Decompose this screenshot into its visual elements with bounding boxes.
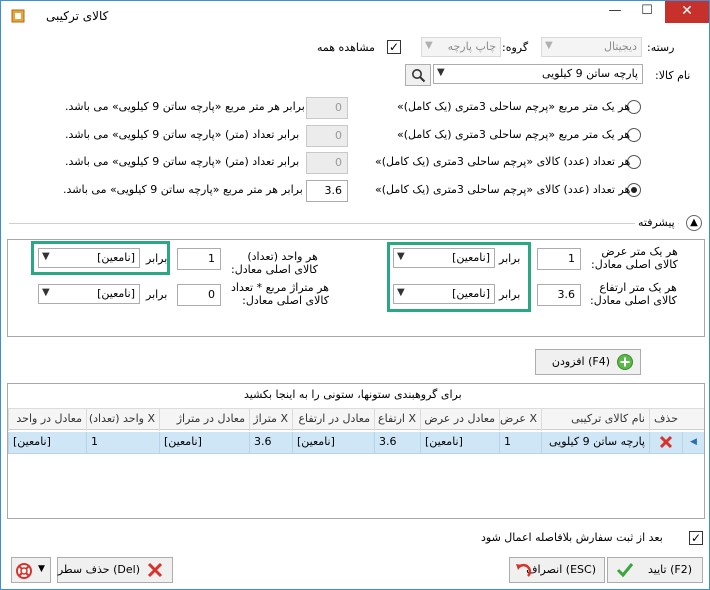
- row-indicator-icon: ◀: [682, 432, 704, 454]
- option-label-3: هر تعداد (عدد) کالای «پرچم ساحلی 3متری (…: [375, 155, 631, 168]
- title-bar: کالای ترکیبی — ☐ ✕: [1, 1, 709, 31]
- cell-product-name[interactable]: پارچه ساتن 9 کیلویی: [541, 432, 649, 454]
- chevron-down-icon: ▼: [38, 564, 45, 574]
- width-height-unit-highlight: [387, 242, 531, 312]
- row-delete-button[interactable]: [649, 432, 682, 454]
- unit-combo-highlight: [31, 241, 170, 275]
- composite-product-window: کالای ترکیبی — ☐ ✕ رسته: دیجیتال ▼ گروه:…: [0, 0, 710, 590]
- option-result-1: برابر هر متر مربع «پارچه ساتن 9 کیلویی» …: [65, 100, 305, 113]
- col-area-eq[interactable]: معادل در متراژ: [159, 409, 249, 431]
- option-label-4: هر تعداد (عدد) کالای «پرچم ساحلی 3متری (…: [375, 183, 631, 196]
- apply-after-order-checkbox[interactable]: ✓: [689, 531, 703, 545]
- option-label-2: هر یک متر مربع «پرچم ساحلی 3متری (یک کام…: [397, 128, 630, 141]
- cancel-button-label: (ESC) انصراف: [526, 563, 596, 576]
- product-value: پارچه ساتن 9 کیلویی: [541, 67, 638, 80]
- category-value: دیجیتال: [603, 40, 637, 53]
- table-row[interactable]: ◀ پارچه ساتن 9 کیلویی 1 [نامعین] 3.6 [نا…: [8, 432, 704, 454]
- advanced-title: پیشرفته: [635, 216, 678, 229]
- components-grid: برای گروهبندی ستونها، ستونی را به اینجا …: [7, 383, 705, 519]
- sqm-value[interactable]: 0: [177, 284, 221, 306]
- col-unit-eq[interactable]: معادل در واحد: [8, 409, 86, 431]
- product-search-button[interactable]: [405, 64, 431, 86]
- sqm-label: هر متراژ مربع * تعداد کالای اصلی معادل:: [231, 281, 329, 307]
- option-label-1: هر یک متر مربع «پرچم ساحلی 3متری (یک کام…: [397, 100, 630, 113]
- group-value: چاپ پارچه: [447, 40, 496, 53]
- lifebuoy-icon: [16, 563, 32, 579]
- window-title: کالای ترکیبی: [46, 9, 109, 23]
- col-width-x[interactable]: X عرض: [499, 409, 541, 431]
- maximize-button[interactable]: ☐: [633, 1, 661, 23]
- group-label: گروه:: [502, 41, 529, 54]
- product-label: نام کالا:: [655, 69, 691, 82]
- add-button-label: (F4) افزودن: [551, 355, 610, 368]
- add-button[interactable]: (F4) افزودن: [535, 349, 641, 375]
- chevron-up-icon: ▲: [690, 217, 698, 228]
- delete-row-button-label: (Del) حذف سطر: [57, 563, 140, 576]
- cell-area-eq[interactable]: [نامعین]: [159, 432, 249, 454]
- help-dropdown-button[interactable]: ▼: [11, 557, 51, 583]
- grid-group-hint: برای گروهبندی ستونها، ستونی را به اینجا …: [244, 388, 462, 401]
- option-result-2: برابر تعداد (متر) «پارچه ساتن 9 کیلویی» …: [65, 128, 300, 141]
- height-label: هر یک متر ارتفاع کالای اصلی معادل:: [590, 281, 677, 307]
- col-product-name[interactable]: نام کالای ترکیبی: [541, 409, 649, 431]
- width-value[interactable]: 1: [537, 248, 581, 270]
- option-value-4[interactable]: 3.6: [306, 180, 348, 202]
- cell-height-eq[interactable]: [نامعین]: [292, 432, 374, 454]
- view-all-checkbox[interactable]: ✓: [387, 40, 401, 54]
- col-height-x[interactable]: X ارتفاع: [374, 409, 420, 431]
- delete-icon: [659, 435, 673, 449]
- cell-width-x[interactable]: 1: [499, 432, 541, 454]
- category-label: رسته:: [647, 41, 675, 54]
- unit-label: هر واحد (تعداد) کالای اصلی معادل:: [231, 250, 318, 276]
- view-all-label: مشاهده همه: [317, 41, 375, 54]
- sqm-unit-combo[interactable]: [نامعین] ▼: [38, 284, 140, 304]
- chevron-down-icon: ▼: [42, 287, 50, 298]
- app-icon: [11, 9, 25, 23]
- width-label: هر یک متر عرض کالای اصلی معادل:: [591, 245, 678, 271]
- search-icon: [412, 69, 426, 83]
- height-value[interactable]: 3.6: [537, 284, 581, 306]
- check-icon: ✓: [388, 40, 400, 54]
- ok-button-label: (F2) تایید: [648, 563, 692, 576]
- col-unit-x[interactable]: X واحد (تعداد): [86, 409, 159, 431]
- option-value-3[interactable]: 0: [306, 152, 348, 174]
- sqm-eq-label: برابر: [146, 288, 168, 301]
- delete-row-button[interactable]: (Del) حذف سطر: [57, 557, 173, 583]
- cell-unit-x[interactable]: 1: [86, 432, 159, 454]
- cell-height-x[interactable]: 3.6: [374, 432, 420, 454]
- product-combo[interactable]: پارچه ساتن 9 کیلویی ▼: [433, 64, 643, 84]
- unit-value[interactable]: 1: [177, 248, 221, 270]
- undo-icon: [516, 564, 531, 577]
- check-icon: ✓: [690, 531, 702, 545]
- option-result-3: برابر تعداد (متر) «پارچه ساتن 9 کیلویی» …: [65, 155, 300, 168]
- cell-unit-eq[interactable]: [نامعین]: [8, 432, 86, 454]
- option-value-1[interactable]: 0: [306, 97, 348, 119]
- collapse-advanced-button[interactable]: ▲: [686, 215, 702, 231]
- cell-width-eq[interactable]: [نامعین]: [420, 432, 499, 454]
- grid-header: حذف نام کالای ترکیبی X عرض معادل در عرض …: [8, 408, 704, 431]
- category-combo[interactable]: دیجیتال ▼: [541, 37, 642, 57]
- option-value-2[interactable]: 0: [306, 125, 348, 147]
- apply-after-order-label: بعد از ثبت سفارش بلافاصله اعمال شود: [481, 531, 663, 544]
- chevron-down-icon: ▼: [425, 40, 433, 51]
- delete-icon: [147, 562, 163, 578]
- col-width-eq[interactable]: معادل در عرض: [420, 409, 499, 431]
- radio-selected-dot: [631, 187, 637, 193]
- checkmark-icon: [616, 563, 634, 578]
- sqm-unit-value: [نامعین]: [97, 287, 135, 300]
- close-button[interactable]: ✕: [665, 1, 709, 23]
- group-combo[interactable]: چاپ پارچه ▼: [421, 37, 501, 57]
- col-delete[interactable]: حذف: [649, 409, 682, 431]
- add-icon: [617, 354, 633, 370]
- option-result-4: برابر هر متر مربع «پارچه ساتن 9 کیلویی» …: [63, 183, 303, 196]
- cancel-button[interactable]: (ESC) انصراف: [509, 557, 605, 583]
- chevron-down-icon: ▼: [545, 40, 553, 51]
- col-area-x[interactable]: X متراژ: [249, 409, 292, 431]
- cell-area-x[interactable]: 3.6: [249, 432, 292, 454]
- ok-button[interactable]: (F2) تایید: [607, 557, 703, 583]
- col-height-eq[interactable]: معادل در ارتفاع: [292, 409, 374, 431]
- chevron-down-icon: ▼: [437, 67, 445, 78]
- advanced-separator: [9, 223, 679, 224]
- minimize-button[interactable]: —: [601, 1, 629, 23]
